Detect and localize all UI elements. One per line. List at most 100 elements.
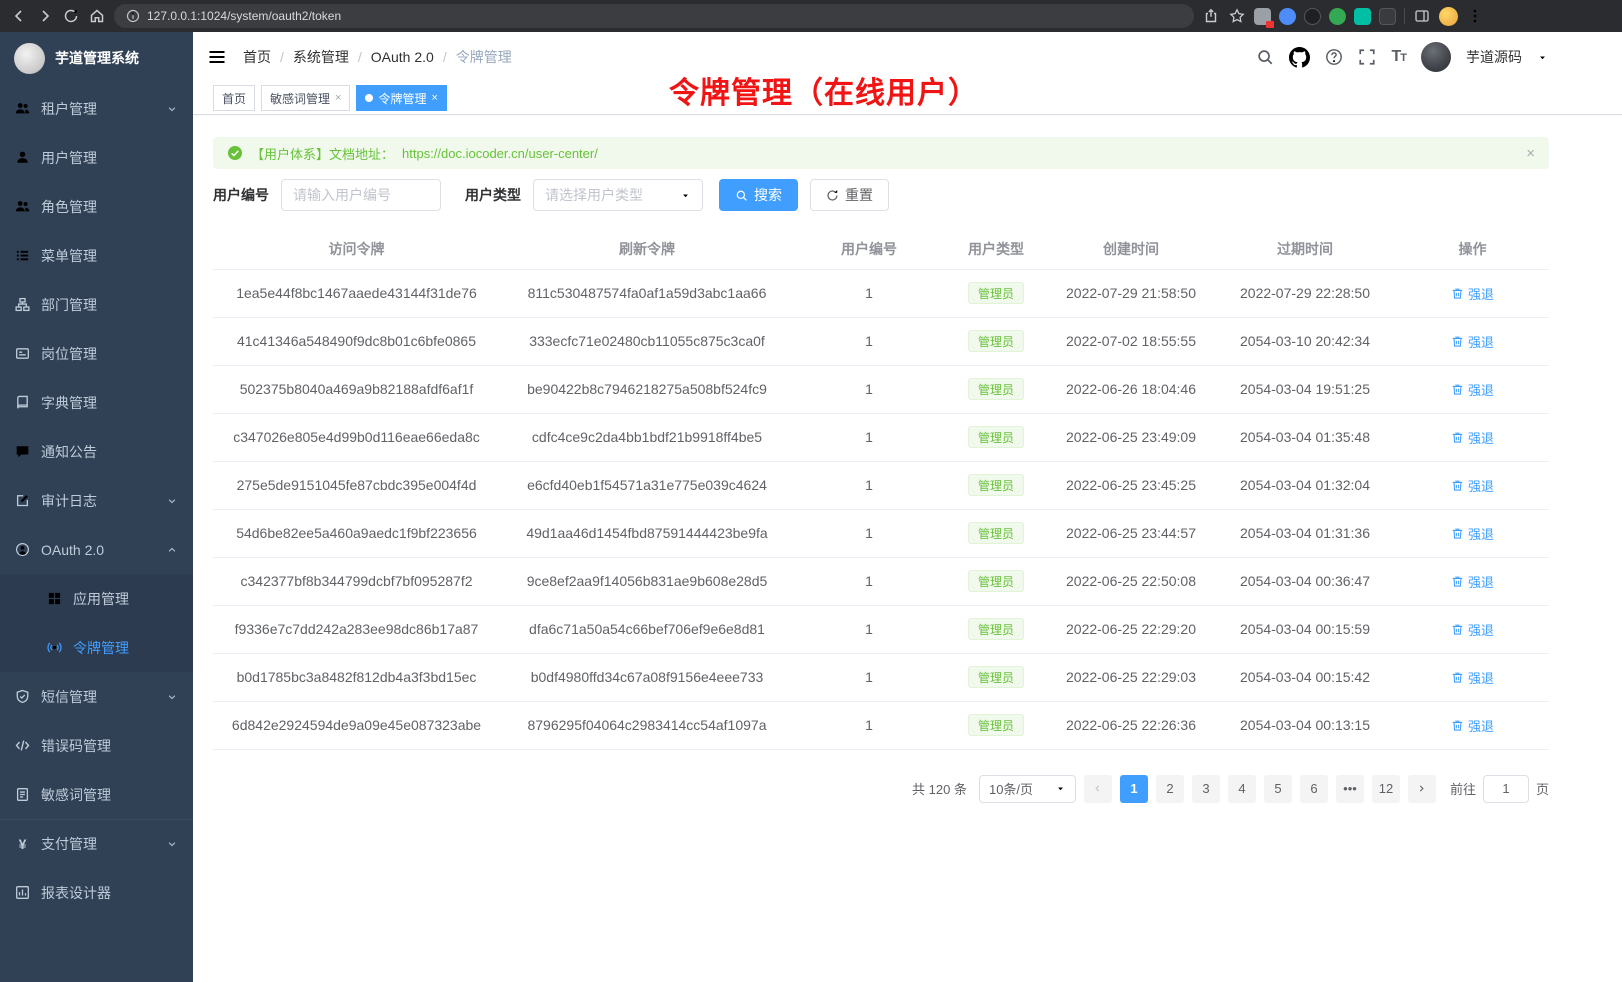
- sidebar-item-oauth[interactable]: OAuth 2.0: [0, 525, 193, 574]
- col-access-token: 访问令牌: [213, 229, 500, 269]
- user-type-badge: 管理员: [968, 714, 1024, 736]
- sidebar-item-oauth-token[interactable]: 令牌管理: [0, 623, 193, 672]
- force-logout-button[interactable]: 强退: [1451, 524, 1494, 543]
- browser-reload-button[interactable]: [62, 7, 80, 25]
- browser-menu-icon[interactable]: [1466, 7, 1484, 25]
- side-panel-icon[interactable]: [1413, 7, 1431, 25]
- active-dot: [365, 94, 373, 102]
- more-pages-button[interactable]: •••: [1336, 775, 1364, 803]
- sidebar-item-sms[interactable]: 短信管理: [0, 672, 193, 721]
- user-id-input[interactable]: [281, 179, 441, 211]
- search-icon[interactable]: [1256, 48, 1274, 66]
- table-row: 1ea5e44f8bc1467aaede43144f31de76811c5304…: [213, 269, 1549, 317]
- goto-page-input[interactable]: [1483, 775, 1529, 803]
- sidebar-item-dept[interactable]: 部门管理: [0, 280, 193, 329]
- sidebar-item-role[interactable]: 角色管理: [0, 182, 193, 231]
- sidebar-item-error-code[interactable]: 错误码管理: [0, 721, 193, 770]
- chevron-up-icon: [166, 544, 178, 556]
- page-button-12[interactable]: 12: [1372, 775, 1400, 803]
- sidebar-item-report-designer[interactable]: 报表设计器: [0, 868, 193, 917]
- page-button-3[interactable]: 3: [1192, 775, 1220, 803]
- page-button-4[interactable]: 4: [1228, 775, 1256, 803]
- user-type-badge: 管理员: [968, 282, 1024, 304]
- browser-chrome: 127.0.0.1:1024/system/oauth2/token: [0, 0, 1622, 32]
- github-icon[interactable]: [1289, 47, 1310, 68]
- user-avatar[interactable]: [1421, 42, 1451, 72]
- success-check-icon: [227, 145, 243, 161]
- sidebar-item-menu[interactable]: 菜单管理: [0, 231, 193, 280]
- annotation-text: 令牌管理（在线用户）: [669, 68, 979, 112]
- browser-home-button[interactable]: [88, 7, 106, 25]
- sidebar-item-sensitive-word[interactable]: 敏感词管理: [0, 770, 193, 819]
- app-logo[interactable]: 芋道管理系统: [0, 32, 193, 84]
- delete-icon: [1451, 671, 1464, 684]
- delete-icon: [1451, 287, 1464, 300]
- bookmark-star-icon[interactable]: [1228, 7, 1246, 25]
- extension-icon-2[interactable]: [1279, 8, 1296, 25]
- fullscreen-icon[interactable]: [1358, 48, 1376, 66]
- col-refresh-token: 刷新令牌: [500, 229, 794, 269]
- force-logout-button[interactable]: 强退: [1451, 668, 1494, 687]
- page-button-2[interactable]: 2: [1156, 775, 1184, 803]
- sidebar-toggle-icon[interactable]: [207, 47, 227, 67]
- next-page-button[interactable]: [1408, 775, 1436, 803]
- sidebar-item-audit-log[interactable]: 审计日志: [0, 476, 193, 525]
- url-text: 127.0.0.1:1024/system/oauth2/token: [147, 9, 341, 23]
- help-icon[interactable]: [1325, 48, 1343, 66]
- extension-icon-1[interactable]: [1254, 8, 1271, 25]
- prev-page-button[interactable]: [1084, 775, 1112, 803]
- breadcrumb-home[interactable]: 首页: [243, 47, 271, 67]
- force-logout-button[interactable]: 强退: [1451, 620, 1494, 639]
- extension-icon-6[interactable]: [1379, 8, 1396, 25]
- user-name[interactable]: 芋道源码: [1466, 47, 1522, 67]
- col-create-time: 创建时间: [1048, 229, 1214, 269]
- force-logout-button[interactable]: 强退: [1451, 428, 1494, 447]
- close-icon[interactable]: ×: [431, 92, 437, 104]
- force-logout-button[interactable]: 强退: [1451, 380, 1494, 399]
- force-logout-button[interactable]: 强退: [1451, 476, 1494, 495]
- close-icon[interactable]: ×: [335, 92, 341, 104]
- reset-button[interactable]: 重置: [810, 179, 889, 211]
- page-button-6[interactable]: 6: [1300, 775, 1328, 803]
- force-logout-button[interactable]: 强退: [1451, 572, 1494, 591]
- breadcrumb-oauth[interactable]: OAuth 2.0: [371, 49, 434, 65]
- sidebar-item-user[interactable]: 用户管理: [0, 133, 193, 182]
- tab-home[interactable]: 首页: [213, 85, 255, 111]
- share-icon[interactable]: [1202, 7, 1220, 25]
- page-button-5[interactable]: 5: [1264, 775, 1292, 803]
- browser-forward-button[interactable]: [36, 7, 54, 25]
- page-size-select[interactable]: 10条/页: [979, 775, 1076, 803]
- sidebar-item-oauth-app[interactable]: 应用管理: [0, 574, 193, 623]
- col-expire-time: 过期时间: [1214, 229, 1396, 269]
- sidebar-item-pay[interactable]: ¥支付管理: [0, 819, 193, 868]
- extension-icon-4[interactable]: [1329, 8, 1346, 25]
- user-type-select[interactable]: 请选择用户类型: [533, 179, 703, 211]
- address-bar[interactable]: 127.0.0.1:1024/system/oauth2/token: [114, 4, 1194, 28]
- chevron-down-icon[interactable]: [1537, 52, 1548, 63]
- doc-link[interactable]: https://doc.iocoder.cn/user-center/: [402, 146, 598, 161]
- search-button[interactable]: 搜索: [719, 179, 798, 211]
- force-logout-button[interactable]: 强退: [1451, 716, 1494, 735]
- font-size-icon[interactable]: TT: [1391, 48, 1406, 66]
- force-logout-button[interactable]: 强退: [1451, 332, 1494, 351]
- table-row: c342377bf8b344799dcbf7bf095287f29ce8ef2a…: [213, 557, 1549, 605]
- extension-icon-3[interactable]: [1304, 8, 1321, 25]
- browser-profile-avatar[interactable]: [1439, 7, 1458, 26]
- breadcrumb-system[interactable]: 系统管理: [293, 47, 349, 67]
- user-type-badge: 管理员: [968, 666, 1024, 688]
- browser-back-button[interactable]: [10, 7, 28, 25]
- sidebar-item-post[interactable]: 岗位管理: [0, 329, 193, 378]
- alert-close-icon[interactable]: ×: [1526, 145, 1535, 162]
- table-row: 502375b8040a469a9b82188afdf6af1fbe90422b…: [213, 365, 1549, 413]
- search-icon: [735, 189, 748, 202]
- site-info-icon[interactable]: [126, 9, 140, 23]
- page-button-1[interactable]: 1: [1120, 775, 1148, 803]
- tab-sensitive-word[interactable]: 敏感词管理×: [261, 85, 350, 111]
- extension-icon-5[interactable]: [1354, 8, 1371, 25]
- sidebar-item-notice[interactable]: 通知公告: [0, 427, 193, 476]
- sidebar-item-dict[interactable]: 字典管理: [0, 378, 193, 427]
- sidebar-item-tenant[interactable]: 租户管理: [0, 84, 193, 133]
- chevron-down-icon: [166, 103, 178, 115]
- tab-token[interactable]: 令牌管理×: [356, 85, 446, 111]
- force-logout-button[interactable]: 强退: [1451, 284, 1494, 303]
